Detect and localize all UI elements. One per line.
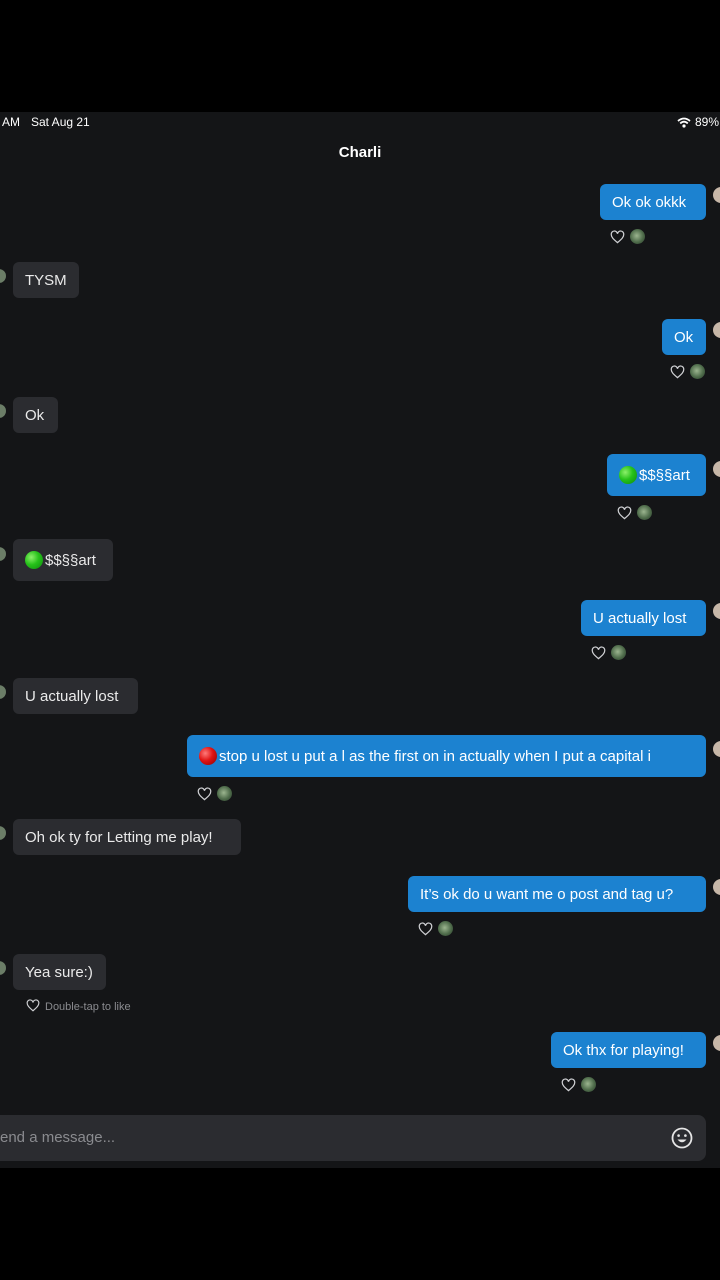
- message-text: TYSM: [25, 271, 67, 289]
- heart-icon[interactable]: [610, 229, 625, 244]
- message-bubble-received[interactable]: TYSM: [13, 262, 79, 298]
- message-reactions: [418, 921, 453, 936]
- wifi-icon: [677, 117, 691, 128]
- status-date: Sat Aug 21: [31, 115, 90, 129]
- message-text: U actually lost: [593, 609, 687, 627]
- message-text: Oh ok ty for Letting me play!: [25, 828, 213, 846]
- heart-icon[interactable]: [617, 505, 632, 520]
- message-reactions: [617, 505, 652, 520]
- message-reactions: [670, 364, 705, 379]
- message-bubble-received[interactable]: Oh ok ty for Letting me play!: [13, 819, 241, 855]
- hint-text: Double-tap to like: [45, 1001, 131, 1013]
- heart-icon[interactable]: [561, 1077, 576, 1092]
- reaction-avatar: [630, 229, 645, 244]
- green-circle-icon: [25, 551, 43, 569]
- status-bar: AM Sat Aug 21 89%: [0, 115, 720, 131]
- reaction-avatar: [438, 921, 453, 936]
- message-reactions: [561, 1077, 596, 1092]
- status-time: AM: [2, 115, 20, 129]
- message-input-placeholder: end a message...: [0, 1129, 116, 1146]
- message-bubble-sent[interactable]: Ok ok okkk: [600, 184, 706, 220]
- message-input[interactable]: end a message...: [0, 1115, 706, 1161]
- reaction-avatar: [217, 786, 232, 801]
- message-text: Ok ok okkk: [612, 193, 687, 211]
- message-bubble-received[interactable]: U actually lost: [13, 678, 138, 714]
- reaction-avatar: [690, 364, 705, 379]
- reaction-avatar: [581, 1077, 596, 1092]
- message-bubble-sent[interactable]: stop u lost u put a l as the first on in…: [187, 735, 706, 777]
- message-reactions: [591, 645, 626, 660]
- heart-icon[interactable]: [197, 786, 212, 801]
- message-text: $$§§art: [45, 551, 96, 569]
- message-text: Ok thx for playing!: [563, 1041, 684, 1059]
- message-text: Ok: [674, 328, 694, 346]
- message-bubble-sent[interactable]: Ok: [662, 319, 706, 355]
- red-circle-icon: [199, 747, 217, 765]
- reaction-avatar: [637, 505, 652, 520]
- message-bubble-sent[interactable]: $$§§art: [607, 454, 706, 496]
- message-text: stop u lost u put a l as the first on in…: [219, 747, 651, 765]
- message-bubble-received[interactable]: $$§§art: [13, 539, 113, 581]
- double-tap-hint: Double-tap to like: [26, 999, 131, 1015]
- message-bubble-received[interactable]: Ok: [13, 397, 58, 433]
- battery-level: 89%: [694, 115, 719, 129]
- heart-icon[interactable]: [26, 999, 40, 1015]
- emoji-icon[interactable]: [671, 1127, 693, 1149]
- green-circle-icon: [619, 466, 637, 484]
- message-bubble-received[interactable]: Yea sure:): [13, 954, 106, 990]
- message-text: U actually lost: [25, 687, 119, 705]
- message-text: Yea sure:): [25, 963, 93, 981]
- conversation-title: Charli: [338, 144, 382, 161]
- message-bubble-sent[interactable]: Ok thx for playing!: [551, 1032, 706, 1068]
- message-text: $$§§art: [639, 466, 690, 484]
- heart-icon[interactable]: [591, 645, 606, 660]
- heart-icon[interactable]: [418, 921, 433, 936]
- message-bubble-sent[interactable]: It’s ok do u want me o post and tag u?: [408, 876, 706, 912]
- message-bubble-sent[interactable]: U actually lost: [581, 600, 706, 636]
- message-reactions: [610, 229, 645, 244]
- reaction-avatar: [611, 645, 626, 660]
- message-reactions: [197, 786, 232, 801]
- message-text: Ok: [25, 406, 45, 424]
- heart-icon[interactable]: [670, 364, 685, 379]
- message-text: It’s ok do u want me o post and tag u?: [420, 885, 674, 903]
- status-right: 89%: [677, 115, 719, 129]
